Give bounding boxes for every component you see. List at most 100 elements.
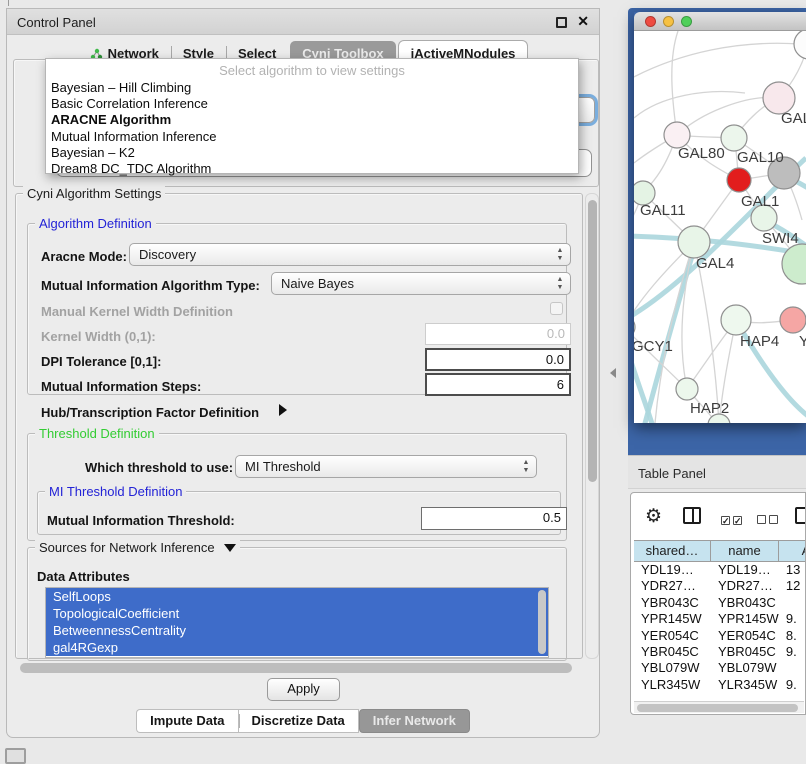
manual-kernel-label: Manual Kernel Width Definition bbox=[41, 304, 233, 319]
which-threshold-select[interactable]: MI Threshold ▲▼ bbox=[235, 455, 537, 478]
network-node-hap4[interactable] bbox=[721, 305, 751, 335]
table-row[interactable]: YER054CYER054C8. bbox=[634, 628, 806, 644]
node-label: HAP4 bbox=[740, 333, 779, 350]
settings-horizontal-scrollbar[interactable] bbox=[15, 661, 585, 674]
table-cell: YPR145W bbox=[711, 611, 779, 627]
table-row[interactable]: YDL19…YDL19…13 bbox=[634, 562, 806, 578]
network-window-titlebar[interactable] bbox=[634, 12, 806, 31]
dropdown-item[interactable]: Dream8 DC_TDC Algorithm bbox=[51, 161, 211, 176]
table-row[interactable]: YLR345WYLR345W9. bbox=[634, 677, 806, 693]
table-row[interactable]: YPR145WYPR145W9. bbox=[634, 611, 806, 627]
algorithm-definition-title: Algorithm Definition bbox=[35, 216, 156, 231]
bottom-tab-discretize-data[interactable]: Discretize Data bbox=[238, 709, 359, 733]
column-header[interactable]: A bbox=[779, 541, 806, 561]
network-node-gal1[interactable] bbox=[727, 168, 751, 192]
scrollbar-thumb[interactable] bbox=[637, 704, 798, 712]
list-scrollbar-thumb[interactable] bbox=[538, 590, 546, 654]
network-window[interactable]: GALGAL80GAL10GAL1GAL11SWI4GAL4HAP4YGCY1H… bbox=[634, 12, 806, 423]
scrollbar-thumb[interactable] bbox=[20, 663, 572, 673]
aracne-mode-label: Aracne Mode: bbox=[41, 249, 127, 264]
bottom-tab-impute-data[interactable]: Impute Data bbox=[136, 709, 237, 733]
mi-threshold-label: Mutual Information Threshold: bbox=[47, 513, 235, 528]
table-cell: 8. bbox=[779, 628, 806, 644]
attribute-item[interactable]: SelfLoops bbox=[46, 588, 548, 605]
settings-vertical-scrollbar[interactable] bbox=[585, 193, 599, 659]
table-horizontal-scrollbar[interactable] bbox=[634, 701, 804, 713]
table-cell: 12 bbox=[779, 578, 806, 594]
dropdown-item[interactable]: Basic Correlation Inference bbox=[51, 96, 208, 111]
expand-right-icon[interactable] bbox=[279, 404, 287, 416]
attribute-item[interactable]: gal4RGexp bbox=[46, 639, 548, 656]
network-node-y[interactable] bbox=[780, 307, 806, 333]
manual-kernel-checkbox[interactable] bbox=[550, 302, 563, 315]
control-panel-titlebar: Control Panel ✕ bbox=[7, 9, 599, 35]
table-cell: YDL19… bbox=[634, 562, 711, 578]
mi-steps-field[interactable]: 6 bbox=[425, 373, 571, 396]
table-cell: YBL079W bbox=[634, 660, 711, 676]
sources-title-text: Sources for Network Inference bbox=[39, 540, 215, 555]
dropdown-item[interactable]: Bayesian – K2 bbox=[51, 145, 135, 160]
scrollbar-thumb[interactable] bbox=[588, 200, 597, 482]
dropdown-item[interactable]: Mutual Information Inference bbox=[51, 129, 216, 144]
gear-icon[interactable]: ⚙ bbox=[645, 505, 662, 528]
splitter-collapse-icon[interactable] bbox=[610, 368, 616, 378]
node-label: GAL80 bbox=[678, 145, 725, 162]
data-attributes-list[interactable]: SelfLoopsTopologicalCoefficientBetweenne… bbox=[45, 587, 549, 658]
table-panel-title: Table Panel bbox=[638, 466, 706, 481]
table-cell: YBR045C bbox=[711, 644, 779, 660]
node-label: GAL1 bbox=[741, 193, 779, 210]
hub-definition-label: Hub/Transcription Factor Definition bbox=[41, 405, 259, 420]
stepper-arrows-icon: ▲▼ bbox=[521, 459, 531, 475]
checked-pair-icon[interactable]: ✓✓ bbox=[721, 511, 745, 529]
table-row[interactable]: YDR27…YDR27…12 bbox=[634, 578, 806, 594]
column-header[interactable]: name bbox=[711, 541, 779, 561]
attribute-item[interactable]: BetweennessCentrality bbox=[46, 622, 548, 639]
stepper-arrows-icon: ▲▼ bbox=[555, 247, 565, 263]
cyni-settings-title: Cyni Algorithm Settings bbox=[23, 186, 165, 201]
network-node-gal4[interactable] bbox=[678, 226, 710, 258]
mac-zoom-icon[interactable] bbox=[681, 16, 692, 27]
network-node[interactable] bbox=[794, 31, 806, 59]
table-row[interactable]: YBR043CYBR043C bbox=[634, 595, 806, 611]
unchecked-pair-icon[interactable] bbox=[757, 511, 781, 529]
table-panel-bar: Table Panel bbox=[628, 455, 806, 489]
table-cell: YPR145W bbox=[634, 611, 711, 627]
collapse-down-icon[interactable] bbox=[224, 544, 236, 552]
network-node-hap2[interactable] bbox=[676, 378, 698, 400]
split-columns-icon[interactable] bbox=[683, 507, 701, 524]
panel-icon[interactable] bbox=[795, 507, 806, 524]
threshold-definition-title: Threshold Definition bbox=[35, 426, 159, 441]
table-row[interactable]: YBL079WYBL079W bbox=[634, 660, 806, 676]
float-window-icon[interactable] bbox=[556, 17, 567, 28]
dropdown-placeholder: Select algorithm to view settings bbox=[46, 63, 578, 78]
table-header: shared…nameA bbox=[634, 540, 806, 562]
node-label: GCY1 bbox=[634, 338, 673, 355]
aracne-mode-value: Discovery bbox=[139, 247, 196, 262]
table-row[interactable]: YBR045CYBR045C9. bbox=[634, 644, 806, 660]
mac-close-icon[interactable] bbox=[645, 16, 656, 27]
dpi-tolerance-field[interactable]: 0.0 bbox=[425, 348, 571, 371]
table-cell: YER054C bbox=[634, 628, 711, 644]
node-label: HAP2 bbox=[690, 400, 729, 417]
kernel-width-field[interactable]: 0.0 bbox=[425, 323, 571, 345]
table-cell: YLR345W bbox=[634, 677, 711, 693]
dropdown-item[interactable]: Bayesian – Hill Climbing bbox=[51, 80, 191, 95]
dpi-tolerance-label: DPI Tolerance [0,1]: bbox=[41, 354, 161, 369]
apply-button[interactable]: Apply bbox=[267, 678, 340, 701]
network-canvas[interactable]: GALGAL80GAL10GAL1GAL11SWI4GAL4HAP4YGCY1H… bbox=[634, 31, 806, 423]
mac-minimize-icon[interactable] bbox=[663, 16, 674, 27]
mi-steps-label: Mutual Information Steps: bbox=[41, 379, 201, 394]
mi-threshold-field[interactable]: 0.5 bbox=[421, 507, 567, 530]
mi-type-select[interactable]: Naive Bayes ▲▼ bbox=[271, 272, 571, 295]
network-node-gcy1[interactable] bbox=[634, 316, 635, 338]
network-node-gal10[interactable] bbox=[721, 125, 747, 151]
close-icon[interactable]: ✕ bbox=[577, 13, 589, 30]
sources-title: Sources for Network Inference bbox=[35, 540, 240, 555]
node-label: GAL11 bbox=[640, 202, 686, 219]
attribute-item[interactable]: TopologicalCoefficient bbox=[46, 605, 548, 622]
dropdown-item[interactable]: ARACNE Algorithm bbox=[51, 112, 171, 127]
aracne-mode-select[interactable]: Discovery ▲▼ bbox=[129, 243, 571, 266]
column-header[interactable]: shared… bbox=[634, 541, 711, 561]
bottom-tab-infer-network[interactable]: Infer Network bbox=[359, 709, 470, 733]
network-graph: GALGAL80GAL10GAL1GAL11SWI4GAL4HAP4YGCY1H… bbox=[634, 31, 806, 423]
